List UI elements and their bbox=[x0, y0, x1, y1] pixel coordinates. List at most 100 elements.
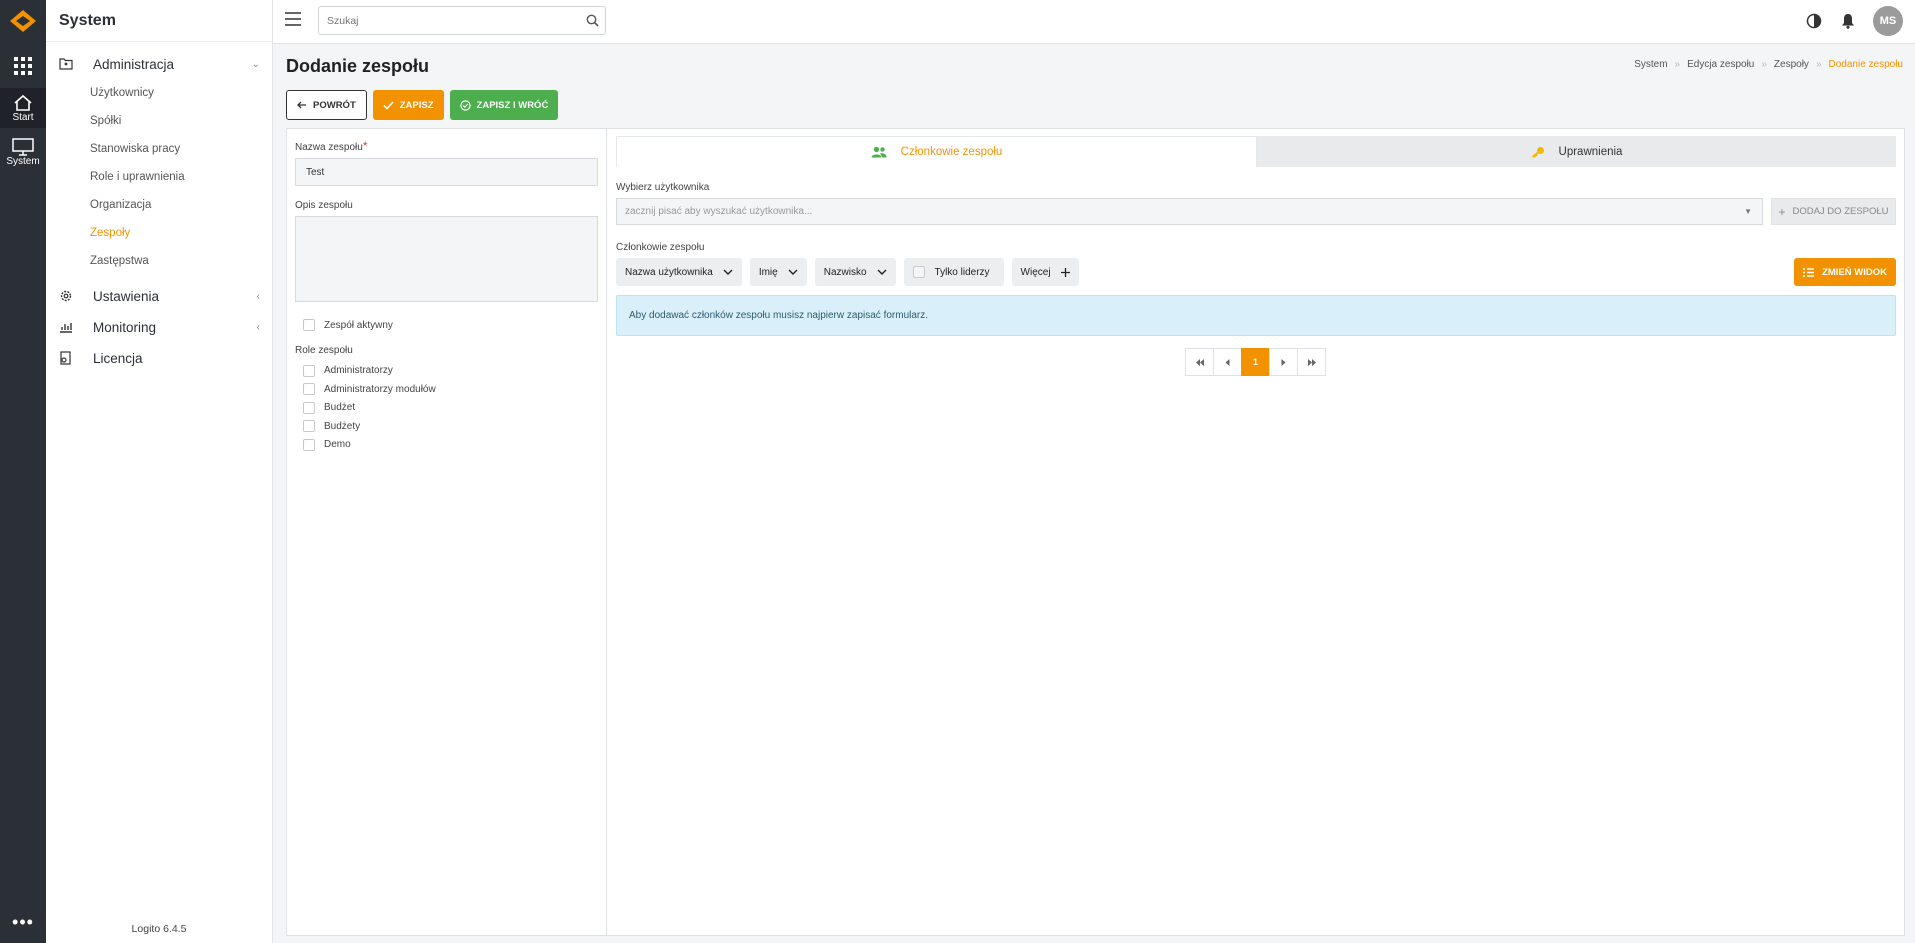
check-circle-icon bbox=[459, 99, 471, 111]
license-icon bbox=[59, 351, 75, 365]
filter-username[interactable]: Nazwa użytkownika bbox=[616, 258, 742, 286]
filter-label: Imię bbox=[758, 266, 778, 278]
sidebar-group-ustawienia[interactable]: Ustawienia ‹ bbox=[46, 281, 272, 311]
breadcrumb-separator: » bbox=[1674, 59, 1681, 70]
role-checkbox-row[interactable]: Administratorzy bbox=[295, 362, 598, 381]
sidebar-item-uzytkownicy[interactable]: Użytkownicy bbox=[46, 79, 272, 107]
bell-icon[interactable] bbox=[1837, 10, 1859, 32]
role-checkbox-row[interactable]: Demo bbox=[295, 436, 598, 455]
contrast-icon[interactable] bbox=[1803, 10, 1825, 32]
info-alert: Aby dodawać członków zespołu musisz najp… bbox=[616, 295, 1896, 336]
chevron-down-icon bbox=[788, 269, 798, 275]
change-view-button[interactable]: ZMIEŃ WIDOK bbox=[1794, 258, 1896, 286]
breadcrumb-separator: » bbox=[1815, 59, 1822, 70]
breadcrumb-item[interactable]: Edycja zespołu bbox=[1687, 59, 1754, 70]
search-box[interactable] bbox=[318, 6, 606, 35]
role-checkbox[interactable] bbox=[303, 438, 315, 451]
breadcrumb-item[interactable]: Zespoły bbox=[1774, 59, 1809, 70]
filter-first-name[interactable]: Imię bbox=[749, 258, 807, 286]
filter-label: Tylko liderzy bbox=[934, 266, 990, 278]
sidebar-item-spolki[interactable]: Spółki bbox=[46, 107, 272, 135]
filter-more[interactable]: Więcej bbox=[1011, 258, 1079, 286]
members-list-label: Członkowie zespołu bbox=[616, 242, 705, 253]
check-icon bbox=[383, 100, 394, 110]
list-icon bbox=[1803, 267, 1815, 277]
team-active-checkbox[interactable] bbox=[303, 319, 315, 332]
sidebar-item-stanowiska[interactable]: Stanowiska pracy bbox=[46, 135, 272, 163]
more-dots-icon[interactable]: ••• bbox=[0, 912, 46, 933]
plus-icon: + bbox=[1778, 204, 1786, 219]
plus-icon bbox=[1060, 267, 1070, 277]
role-label: Administratorzy bbox=[324, 365, 393, 377]
avatar[interactable]: MS bbox=[1873, 6, 1903, 36]
app-rail: Start System ••• bbox=[0, 0, 46, 943]
action-bar: POWRÓT ZAPISZ ZAPISZ I WRÓĆ bbox=[286, 90, 564, 120]
hamburger-menu-icon[interactable] bbox=[285, 12, 301, 28]
tab-permissions-label: Uprawnienia bbox=[1558, 145, 1623, 158]
search-input[interactable] bbox=[319, 14, 579, 27]
logo-icon bbox=[10, 10, 36, 32]
folder-user-icon bbox=[59, 58, 75, 70]
role-checkbox[interactable] bbox=[303, 383, 315, 396]
sidebar-group-label: Licencja bbox=[93, 350, 143, 366]
role-checkbox[interactable] bbox=[303, 420, 315, 433]
sidebar-group-administracja[interactable]: Administracja ⌄ bbox=[46, 49, 272, 79]
first-page-icon[interactable] bbox=[1185, 348, 1214, 376]
team-roles-label: Role zespołu bbox=[295, 344, 353, 356]
back-button[interactable]: POWRÓT bbox=[286, 90, 367, 120]
sidebar-group-label: Monitoring bbox=[93, 319, 157, 335]
sidebar-item-zastepstwa[interactable]: Zastępstwa bbox=[46, 247, 272, 275]
role-label: Demo bbox=[324, 439, 351, 451]
page-number-current[interactable]: 1 bbox=[1241, 348, 1270, 376]
user-select[interactable]: zacznij pisać aby wyszukać użytkownika..… bbox=[616, 198, 1763, 225]
caret-down-icon: ▼ bbox=[1744, 207, 1752, 216]
leaders-only-checkbox[interactable] bbox=[912, 266, 925, 278]
breadcrumb-item[interactable]: System bbox=[1634, 59, 1667, 70]
required-mark: * bbox=[362, 139, 368, 153]
role-label: Administratorzy modułów bbox=[324, 383, 436, 395]
rail-item-system[interactable]: System bbox=[0, 132, 46, 172]
last-page-icon[interactable] bbox=[1297, 348, 1326, 376]
add-to-team-label: DODAJ DO ZESPOŁU bbox=[1792, 206, 1889, 217]
role-checkbox[interactable] bbox=[303, 401, 315, 414]
pagination: 1 bbox=[616, 348, 1896, 376]
rail-item-start[interactable]: Start bbox=[0, 88, 46, 128]
next-page-icon[interactable] bbox=[1269, 348, 1298, 376]
save-and-return-button[interactable]: ZAPISZ I WRÓĆ bbox=[449, 90, 559, 120]
team-members-panel: Członkowie zespołu Uprawnienia Wybierz u… bbox=[608, 129, 1904, 935]
role-checkbox-row[interactable]: Administratorzy modułów bbox=[295, 380, 598, 399]
role-checkbox-row[interactable]: Budżet bbox=[295, 399, 598, 418]
add-to-team-button[interactable]: + DODAJ DO ZESPOŁU bbox=[1771, 198, 1896, 225]
apps-grid-icon[interactable] bbox=[0, 52, 46, 80]
filter-last-name[interactable]: Nazwisko bbox=[814, 258, 896, 286]
sidebar-title: System bbox=[46, 0, 272, 42]
team-active-checkbox-row[interactable]: Zespół aktywny bbox=[295, 316, 598, 335]
filter-label: Nazwa użytkownika bbox=[625, 266, 713, 278]
chevron-left-icon: ‹ bbox=[256, 290, 260, 302]
tab-bar: Członkowie zespołu Uprawnienia bbox=[616, 136, 1896, 167]
prev-page-icon[interactable] bbox=[1213, 348, 1242, 376]
arrow-left-icon bbox=[297, 101, 307, 109]
filter-leaders-only[interactable]: Tylko liderzy bbox=[903, 258, 1004, 286]
sidebar-group-label: Administracja bbox=[93, 56, 175, 72]
role-checkbox[interactable] bbox=[303, 364, 315, 377]
sidebar-item-zespoly[interactable]: Zespoły bbox=[46, 219, 272, 247]
sidebar-group-label: Ustawienia bbox=[93, 288, 160, 304]
sidebar-group-licencja[interactable]: Licencja bbox=[46, 343, 272, 373]
team-description-label: Opis zespołu bbox=[295, 200, 353, 211]
sidebar-item-organizacja[interactable]: Organizacja bbox=[46, 191, 272, 219]
team-name-input[interactable]: Test bbox=[295, 158, 598, 186]
team-details-panel: Nazwa zespołu* Test Opis zespołu Zespół … bbox=[287, 129, 607, 935]
team-name-label: Nazwa zespołu* bbox=[295, 139, 368, 153]
logo[interactable] bbox=[0, 0, 46, 42]
team-active-label: Zespół aktywny bbox=[324, 319, 393, 331]
team-description-textarea[interactable] bbox=[295, 216, 598, 302]
tab-members[interactable]: Członkowie zespołu bbox=[616, 136, 1257, 167]
sidebar-item-role[interactable]: Role i uprawnienia bbox=[46, 163, 272, 191]
tab-members-label: Członkowie zespołu bbox=[900, 146, 1003, 158]
save-button[interactable]: ZAPISZ bbox=[372, 90, 444, 120]
tab-permissions[interactable]: Uprawnienia bbox=[1257, 136, 1896, 167]
search-icon[interactable] bbox=[579, 14, 605, 27]
sidebar-group-monitoring[interactable]: Monitoring ‹ bbox=[46, 312, 272, 342]
role-checkbox-row[interactable]: Budżety bbox=[295, 417, 598, 436]
